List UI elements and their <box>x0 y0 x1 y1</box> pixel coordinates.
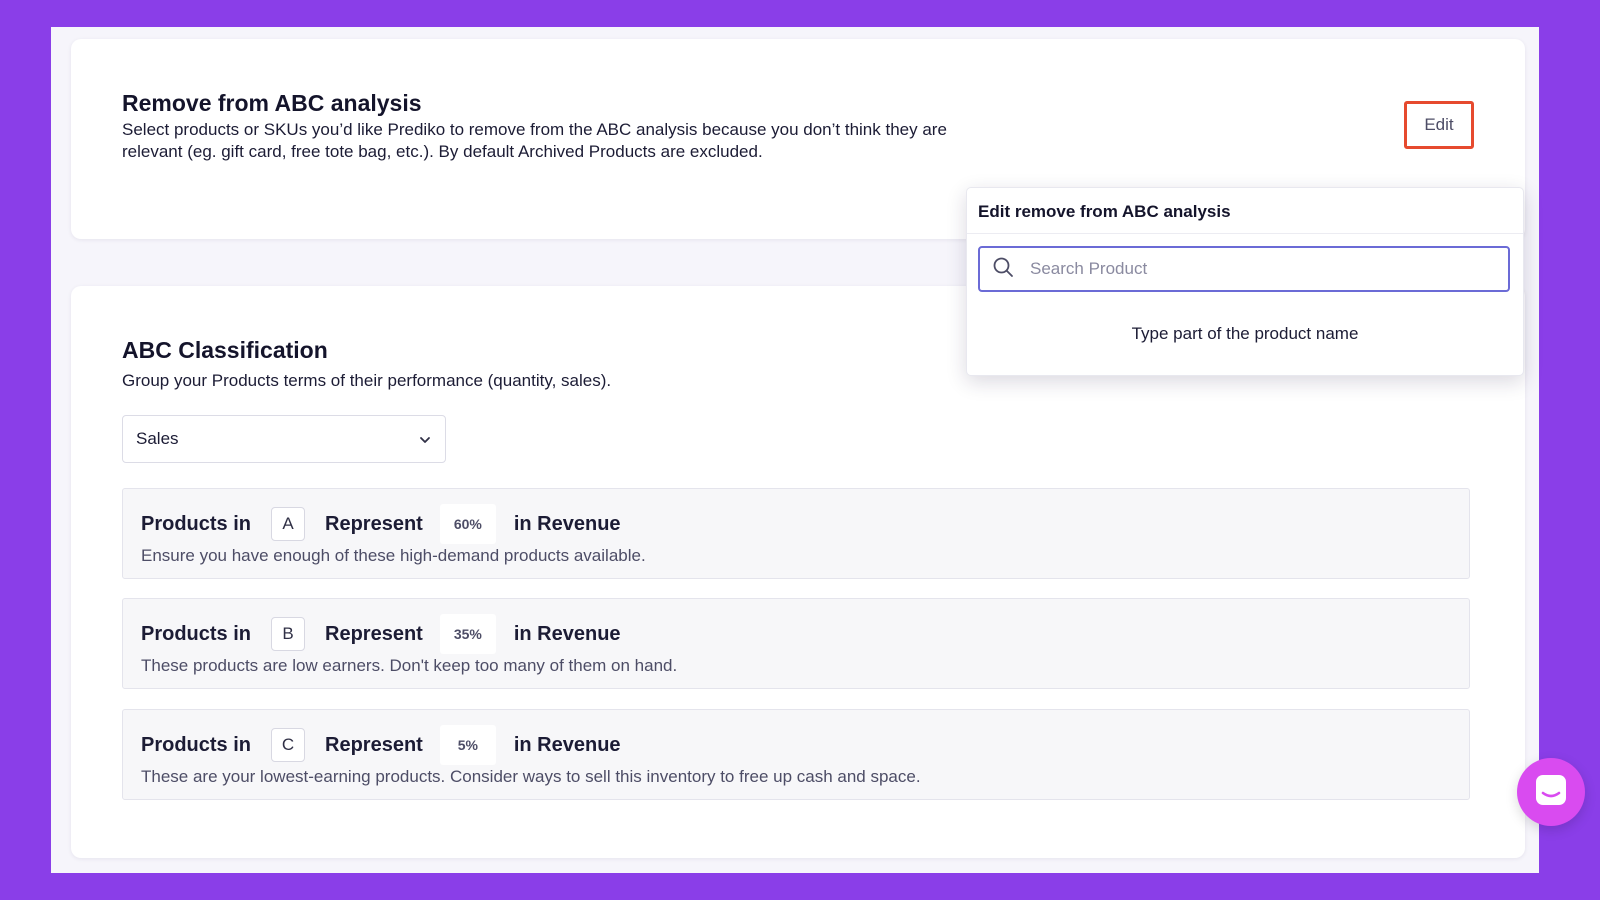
row-description: Ensure you have enough of these high-dem… <box>141 546 646 565</box>
metric-select[interactable]: Sales <box>122 415 446 463</box>
row-description: These products are low earners. Don't ke… <box>141 656 678 675</box>
edit-button[interactable]: Edit <box>1404 101 1474 149</box>
popover-title: Edit remove from ABC analysis <box>967 188 1523 234</box>
row-prefix: Products in <box>141 622 252 645</box>
class-letter-badge: A <box>271 507 306 541</box>
percent-input[interactable]: 60% <box>439 504 496 544</box>
row-prefix: Products in <box>141 733 252 756</box>
classification-title: ABC Classification <box>122 337 328 363</box>
class-row-b: Products in B Represent 35% in Revenue T… <box>122 598 1470 689</box>
percent-input[interactable]: 35% <box>439 614 496 654</box>
class-letter-badge: C <box>271 728 306 762</box>
row-suffix: in Revenue <box>513 622 621 645</box>
row-prefix: Products in <box>141 512 252 535</box>
row-suffix: in Revenue <box>513 512 621 535</box>
metric-select-value: Sales <box>136 429 179 448</box>
app-frame: Remove from ABC analysis Select products… <box>51 27 1585 873</box>
search-icon <box>992 256 1014 283</box>
row-description: These are your lowest-earning products. … <box>141 767 921 786</box>
chat-icon <box>1534 773 1568 812</box>
row-represent: Represent <box>325 622 423 645</box>
chevron-down-icon <box>419 429 431 449</box>
chat-launcher-button[interactable] <box>1517 758 1585 826</box>
remove-section-title: Remove from ABC analysis <box>122 90 422 116</box>
class-row-c: Products in C Represent 5% in Revenue Th… <box>122 709 1470 800</box>
remove-section-description-line2: relevant (eg. gift card, free tote bag, … <box>122 142 763 161</box>
row-suffix: in Revenue <box>513 733 621 756</box>
search-hint: Type part of the product name <box>1131 324 1359 343</box>
row-represent: Represent <box>325 733 423 756</box>
row-represent: Represent <box>325 512 423 535</box>
class-letter-badge: B <box>271 617 306 651</box>
classification-description: Group your Products terms of their perfo… <box>122 371 612 390</box>
percent-input[interactable]: 5% <box>439 725 496 765</box>
search-product-input[interactable]: Search Product <box>978 246 1510 292</box>
edit-remove-popover: Edit remove from ABC analysis Search Pro… <box>966 187 1524 376</box>
class-row-a: Products in A Represent 60% in Revenue E… <box>122 488 1470 579</box>
remove-section-description-line1: Select products or SKUs you’d like Predi… <box>122 120 947 139</box>
search-placeholder: Search Product <box>1030 259 1148 278</box>
